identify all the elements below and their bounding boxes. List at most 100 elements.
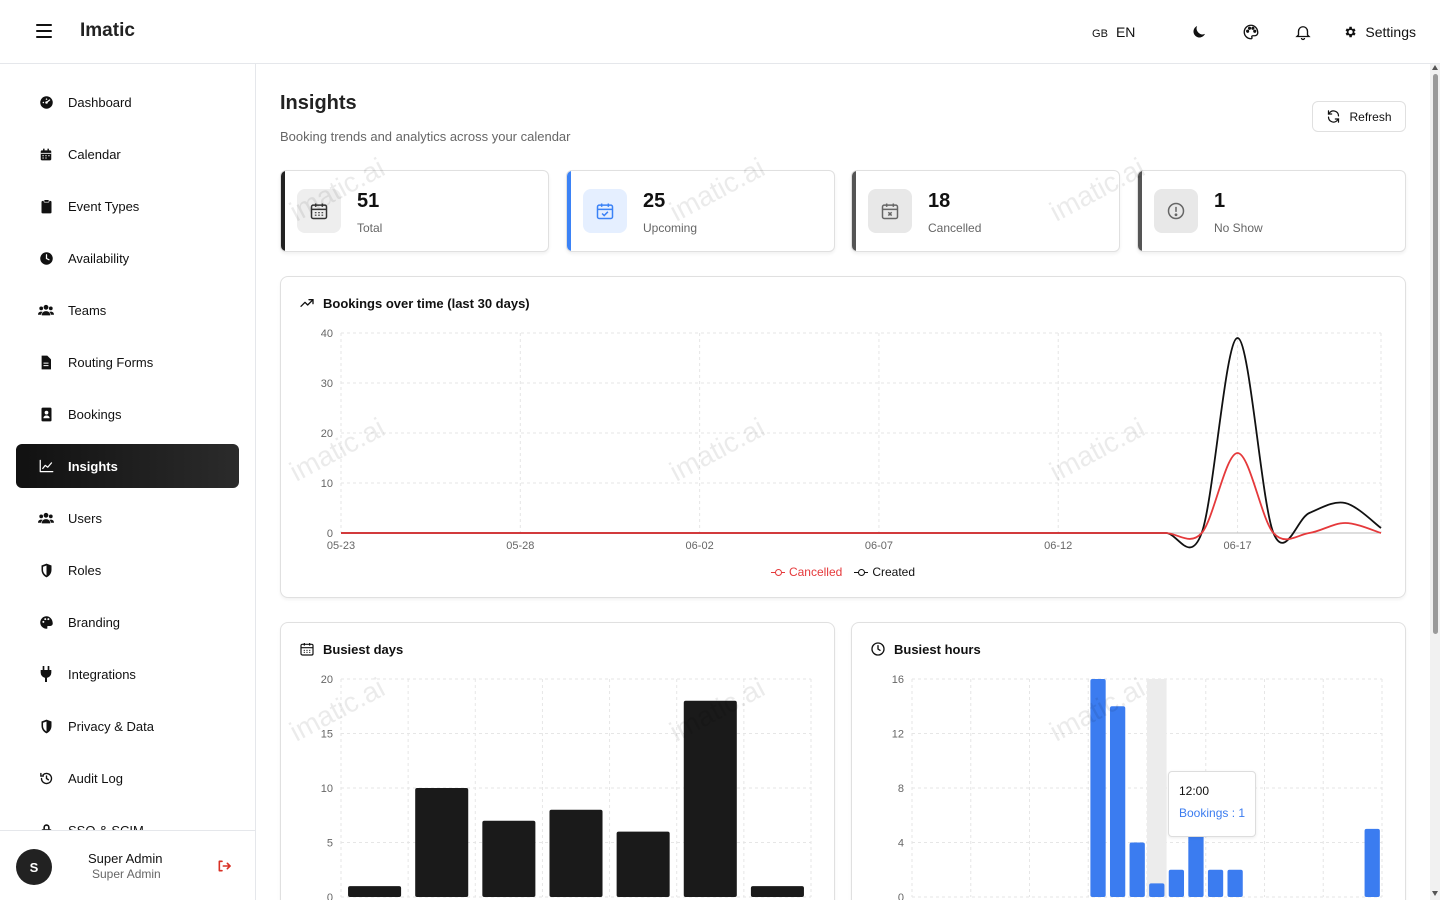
bar	[683, 700, 737, 897]
sidebar-item-label: Roles	[68, 562, 102, 578]
header-actions: GB EN Settings	[1092, 18, 1416, 46]
scroll-down-icon[interactable]	[1432, 891, 1438, 896]
bar	[482, 820, 536, 897]
user-panel: S Super Admin Super Admin	[0, 830, 255, 900]
palette-icon[interactable]	[1240, 21, 1262, 43]
dashboard-icon	[38, 94, 54, 110]
stat-card-cancelled: 18 Cancelled	[851, 170, 1120, 252]
history-icon	[38, 770, 54, 786]
bar	[616, 831, 670, 897]
calendar-icon	[297, 189, 341, 233]
stat-card-upcoming: 25 Upcoming	[566, 170, 835, 252]
y-tick-label: 10	[321, 478, 333, 490]
y-tick-label: 0	[327, 528, 333, 540]
sidebar-item-bookings[interactable]: Bookings	[16, 392, 239, 436]
stat-value: 51	[357, 190, 380, 212]
plug-icon	[38, 666, 54, 682]
language-code: EN	[1115, 24, 1136, 40]
stat-card-no-show: 1 No Show	[1137, 170, 1406, 252]
sidebar-item-privacy-data[interactable]: Privacy & Data	[16, 704, 239, 748]
chart-line-icon	[38, 458, 54, 474]
language-selector[interactable]: GB EN	[1092, 24, 1135, 40]
address-book-icon	[38, 406, 54, 422]
x-tick-label: 06-02	[686, 540, 714, 552]
menu-icon[interactable]	[36, 24, 52, 38]
main-content: Insights Booking trends and analytics ac…	[256, 64, 1430, 900]
sidebar-item-availability[interactable]: Availability	[16, 236, 239, 280]
sidebar: Dashboard Calendar Event Types Availability…	[0, 64, 256, 900]
stat-accent-bar	[852, 171, 856, 251]
y-tick-label: 4	[898, 838, 904, 850]
sidebar-item-insights[interactable]: Insights	[16, 444, 239, 488]
calendar-x-icon	[868, 189, 912, 233]
bookings-line-chart: 0 10 20 30 40 05-23 05-28 06-02 06-07 06-12 06-17	[321, 328, 1382, 552]
legend-swatch	[854, 568, 869, 576]
sidebar-item-audit-log[interactable]: Audit Log	[16, 756, 239, 800]
moon-icon[interactable]	[1188, 21, 1210, 43]
sidebar-item-routing-forms[interactable]: Routing Forms	[16, 340, 239, 384]
bar	[750, 886, 804, 897]
bookings-over-time-card: 0 10 20 30 40 05-23 05-28 06-02 06-07 06-12 06-17 …	[280, 276, 1406, 598]
legend-item-created[interactable]: Created	[854, 565, 915, 579]
scrollbar-thumb[interactable]	[1433, 74, 1438, 634]
y-tick-label: 5	[327, 838, 333, 850]
user-name: Super Admin	[88, 851, 163, 866]
busiest-days-chart: 0 5 10 15 20	[321, 674, 812, 900]
sidebar-item-label: Calendar	[68, 146, 121, 162]
stat-value: 1	[1214, 190, 1226, 212]
hover-band	[1147, 679, 1167, 897]
bar	[1149, 883, 1165, 897]
sidebar-item-calendar[interactable]: Calendar	[16, 132, 239, 176]
sidebar-item-label: Integrations	[68, 666, 136, 682]
sidebar-item-event-types[interactable]: Event Types	[16, 184, 239, 228]
x-tick-label: 06-12	[1044, 540, 1072, 552]
alert-circle-icon	[1154, 189, 1198, 233]
bar	[549, 809, 603, 897]
sidebar-item-label: Availability	[68, 250, 130, 266]
sidebar-nav: Dashboard Calendar Event Types Availability…	[16, 80, 239, 860]
sidebar-item-branding[interactable]: Branding	[16, 600, 239, 644]
sidebar-item-teams[interactable]: Teams	[16, 288, 239, 332]
stat-accent-bar	[567, 171, 571, 251]
shield-icon	[38, 562, 54, 578]
clipboard-icon	[38, 198, 54, 214]
tooltip-value: Bookings : 1	[1179, 806, 1246, 820]
stat-accent-bar	[1138, 171, 1142, 251]
stat-label: Cancelled	[928, 221, 982, 235]
sidebar-item-dashboard[interactable]: Dashboard	[16, 80, 239, 124]
x-tick-label: 06-17	[1223, 540, 1251, 552]
card-title: Busiest hours	[870, 641, 981, 657]
refresh-button[interactable]: Refresh	[1312, 101, 1406, 132]
sidebar-item-integrations[interactable]: Integrations	[16, 652, 239, 696]
legend-item-cancelled[interactable]: Cancelled	[770, 565, 842, 579]
sidebar-item-label: Audit Log	[68, 770, 123, 786]
sidebar-item-users[interactable]: Users	[16, 496, 239, 540]
users-icon	[38, 302, 54, 318]
sidebar-item-roles[interactable]: Roles	[16, 548, 239, 592]
gear-icon	[1345, 26, 1357, 38]
page-scrollbar[interactable]	[1430, 64, 1440, 900]
chart-title: Bookings over time (last 30 days)	[323, 295, 530, 311]
clock-icon	[38, 250, 54, 266]
y-tick-label: 10	[321, 783, 333, 795]
user-role: Super Admin	[92, 867, 161, 881]
app-title: Imatic	[80, 20, 135, 41]
settings-button[interactable]: Settings	[1343, 24, 1416, 40]
calendar-icon	[38, 146, 54, 162]
y-tick-label: 16	[892, 674, 904, 686]
logout-icon[interactable]	[216, 858, 232, 879]
sidebar-item-label: Routing Forms	[68, 354, 154, 370]
avatar[interactable]: S	[16, 849, 52, 885]
bar	[1207, 869, 1224, 897]
sidebar-item-label: Teams	[68, 302, 107, 318]
shield-icon	[38, 718, 54, 734]
settings-label: Settings	[1365, 24, 1416, 40]
bar	[1109, 706, 1126, 897]
scroll-up-icon[interactable]	[1432, 65, 1438, 70]
x-tick-label: 05-23	[327, 540, 355, 552]
stat-value: 25	[643, 190, 666, 212]
calendar-check-icon	[583, 189, 627, 233]
bell-icon[interactable]	[1292, 21, 1314, 43]
top-bar: Imatic GB EN Settings	[0, 0, 1440, 64]
y-tick-label: 0	[327, 892, 333, 900]
